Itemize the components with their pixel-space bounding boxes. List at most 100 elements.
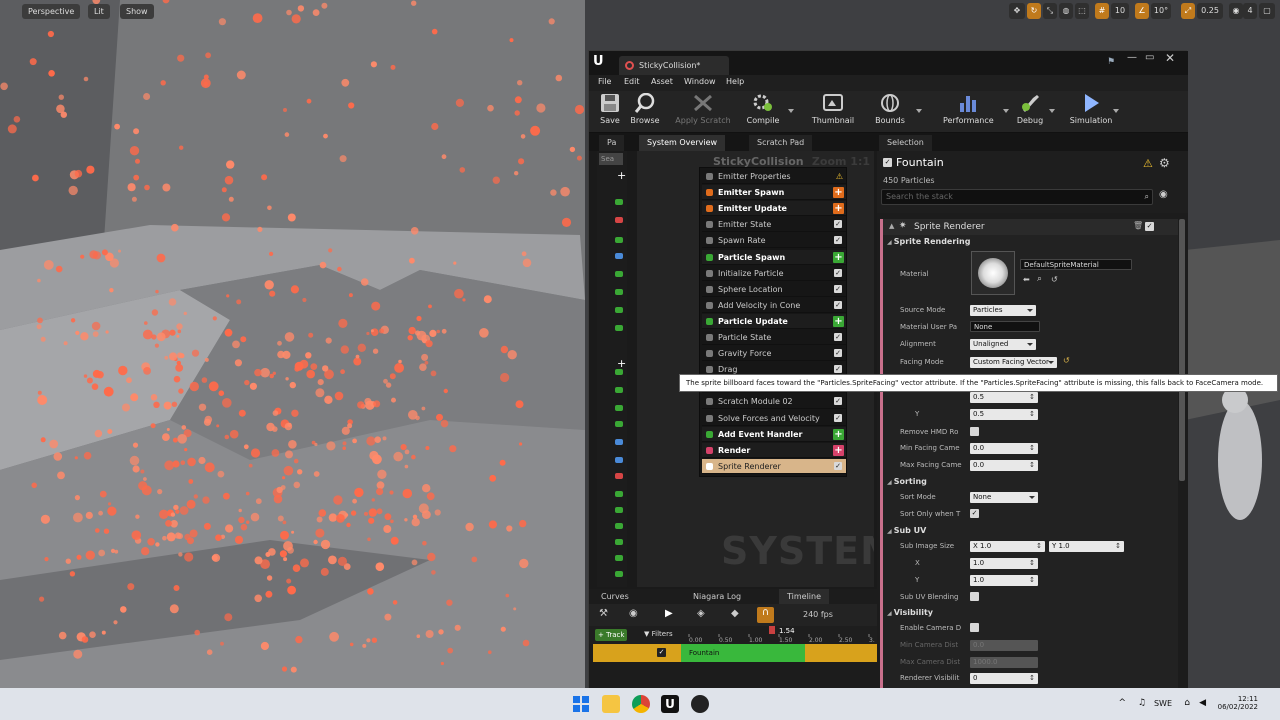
bounds-button[interactable]: Bounds xyxy=(873,93,907,131)
performance-button[interactable]: Performance xyxy=(943,93,994,131)
bounds-options-caret[interactable] xyxy=(916,109,922,113)
menu-file[interactable]: File xyxy=(598,77,611,86)
reset-to-default-icon[interactable]: ↺ xyxy=(1063,356,1070,365)
warning-icon[interactable]: ⚠ xyxy=(1143,157,1153,170)
compile-options-caret[interactable] xyxy=(788,109,794,113)
view-eye-icon[interactable]: ◉ xyxy=(629,608,638,619)
surface-snap-icon[interactable]: ⬚ xyxy=(1075,3,1089,19)
min-camera-distance-field[interactable]: 0.0 xyxy=(970,640,1038,651)
module-enabled-checkbox[interactable]: ✓ xyxy=(834,300,842,309)
stack-row[interactable]: Add Velocity in Cone ✓ xyxy=(702,298,846,313)
add-module-icon[interactable]: + xyxy=(833,315,844,327)
enable-camera-distance-checkbox[interactable] xyxy=(970,623,979,632)
time-ruler[interactable]: 0.00 0.50 1.00 1.50 2.00 2.50 3.00 1.54 xyxy=(685,626,875,644)
parameter-pin[interactable] xyxy=(615,253,623,259)
apply-scratch-button[interactable]: Apply Scratch xyxy=(675,93,731,131)
parameter-pin[interactable] xyxy=(615,457,623,463)
parameter-pin[interactable] xyxy=(615,405,623,411)
fountain-section[interactable]: Fountain xyxy=(681,644,805,662)
sort-mode-select[interactable]: None xyxy=(970,492,1038,503)
visibility-eye-icon[interactable]: ◉ xyxy=(1159,189,1168,200)
camera-speed-value[interactable]: 4 xyxy=(1243,3,1257,19)
performance-options-caret[interactable] xyxy=(1003,109,1009,113)
alignment-select[interactable]: Unaligned xyxy=(970,339,1036,350)
compile-button[interactable]: Compile xyxy=(745,93,781,131)
add-module-icon[interactable]: + xyxy=(833,251,844,263)
browse-asset-icon[interactable]: ⌕ xyxy=(1037,274,1042,284)
parameter-pin[interactable] xyxy=(615,491,623,497)
magnet-snap-icon[interactable]: ∩ xyxy=(757,607,774,623)
debug-button[interactable]: Debug xyxy=(1015,93,1045,131)
module-enabled-checkbox[interactable]: ✓ xyxy=(834,413,842,422)
delete-icon[interactable]: 🗑 xyxy=(1133,221,1143,230)
collapse-arrow-icon[interactable]: ▲ xyxy=(889,222,894,230)
sub-x-field[interactable]: 1.0 ↕ xyxy=(970,558,1038,569)
module-enabled-checkbox[interactable]: ✓ xyxy=(834,333,842,341)
material-user-param-select[interactable]: None xyxy=(970,321,1040,332)
parameter-pin[interactable] xyxy=(615,539,623,545)
stack-row[interactable]: Emitter Properties ⚠ xyxy=(702,169,846,184)
sub-uv-blending-checkbox[interactable] xyxy=(970,592,979,601)
source-control-icon[interactable]: ⚑ xyxy=(1107,57,1115,67)
tab-timeline[interactable]: Timeline xyxy=(779,589,830,604)
browse-button[interactable]: Browse xyxy=(629,93,661,131)
transform-icon[interactable]: ✥ xyxy=(1009,3,1025,19)
stack-row[interactable]: Emitter State ✓ xyxy=(702,217,846,233)
track-enabled-checkbox[interactable]: ✓ xyxy=(657,648,666,657)
maximize-button[interactable]: ▭ xyxy=(1145,52,1154,63)
rotation-snap-icon[interactable]: ∠ xyxy=(1135,3,1149,19)
play-icon[interactable]: ▶ xyxy=(665,608,673,619)
menu-help[interactable]: Help xyxy=(726,77,744,86)
title-bar[interactable]: U StickyCollision* ⚑ — ▭ ✕ xyxy=(589,51,1188,75)
tab-selection[interactable]: Selection xyxy=(879,135,932,151)
stack-row[interactable]: Scratch Module 02 ✓ xyxy=(702,394,846,410)
start-icon[interactable] xyxy=(572,695,590,713)
language-indicator[interactable]: SWE xyxy=(1154,699,1172,708)
use-selected-arrow-icon[interactable]: ⬅ xyxy=(1023,275,1030,284)
snap-icon[interactable]: ◆ xyxy=(731,608,739,619)
tab-scratch-pad[interactable]: Scratch Pad xyxy=(749,135,813,151)
show-button[interactable]: Show xyxy=(120,4,154,19)
add-track-button[interactable]: + Track xyxy=(595,629,628,641)
menu-edit[interactable]: Edit xyxy=(624,77,640,86)
sub-y-field[interactable]: 1.0 ↕ xyxy=(970,575,1038,586)
show-hidden-icons[interactable]: ^ xyxy=(1118,698,1126,708)
unreal-editor-icon[interactable]: U xyxy=(661,695,679,713)
renderer-visibility-field[interactable]: 0 ↕ xyxy=(970,673,1038,684)
fps-select[interactable]: 240 fps xyxy=(803,610,833,619)
tab-curves[interactable]: Curves xyxy=(593,589,637,604)
clock[interactable]: 12:11 06/02/2022 xyxy=(1208,695,1258,711)
stack-row[interactable]: Initialize Particle ✓ xyxy=(702,266,846,281)
stack-search-input[interactable]: Search the stack ⌕ xyxy=(881,189,1153,205)
pivot-y-field[interactable]: 0.5 ↕ xyxy=(970,409,1038,420)
emitter-enabled-checkbox[interactable]: ✓ xyxy=(883,158,892,167)
network-icon[interactable]: ⌂ xyxy=(1184,698,1190,708)
parameter-pin[interactable] xyxy=(615,289,623,295)
source-mode-select[interactable]: Particles xyxy=(970,305,1036,316)
tab-niagara-log[interactable]: Niagara Log xyxy=(685,589,749,604)
module-enabled-checkbox[interactable]: ✓ xyxy=(834,236,842,245)
settings-gear-icon[interactable]: ⚙ xyxy=(1159,156,1170,170)
fountain-track[interactable]: ✓ Fountain xyxy=(593,644,877,662)
file-explorer-icon[interactable] xyxy=(602,695,620,713)
grid-snap-value[interactable]: 10 xyxy=(1111,3,1129,19)
rotation-snap-value[interactable]: 10° xyxy=(1151,3,1171,19)
document-tab[interactable]: StickyCollision* xyxy=(619,56,729,75)
menu-asset[interactable]: Asset xyxy=(651,77,673,86)
section-sorting[interactable]: ◢ Sorting xyxy=(887,477,927,486)
tab-parameters[interactable]: Pa xyxy=(599,135,625,151)
parameter-pin[interactable] xyxy=(615,199,623,205)
emitter-node[interactable]: Emitter Properties ⚠ Emitter Spawn + Emitter… xyxy=(699,167,847,477)
microphone-icon[interactable]: ♫ xyxy=(1138,698,1146,708)
min-facing-field[interactable]: 0.0 ↕ xyxy=(970,443,1038,454)
parameter-pin[interactable] xyxy=(615,555,623,561)
tab-system-overview[interactable]: System Overview xyxy=(639,135,726,151)
stack-row[interactable]: Particle Update + xyxy=(702,313,846,329)
save-button[interactable]: Save xyxy=(595,93,625,131)
parameter-pin[interactable] xyxy=(615,387,623,393)
world-icon[interactable]: ◍ xyxy=(1059,3,1073,19)
material-select[interactable]: DefaultSpriteMaterial xyxy=(1020,259,1132,270)
system-overview-graph[interactable]: StickyCollision Zoom 1:1 SYSTEM Emitter … xyxy=(637,151,874,587)
max-camera-distance-field[interactable]: 1000.0 xyxy=(970,657,1038,668)
stack-row[interactable]: Emitter Update + xyxy=(702,201,846,217)
